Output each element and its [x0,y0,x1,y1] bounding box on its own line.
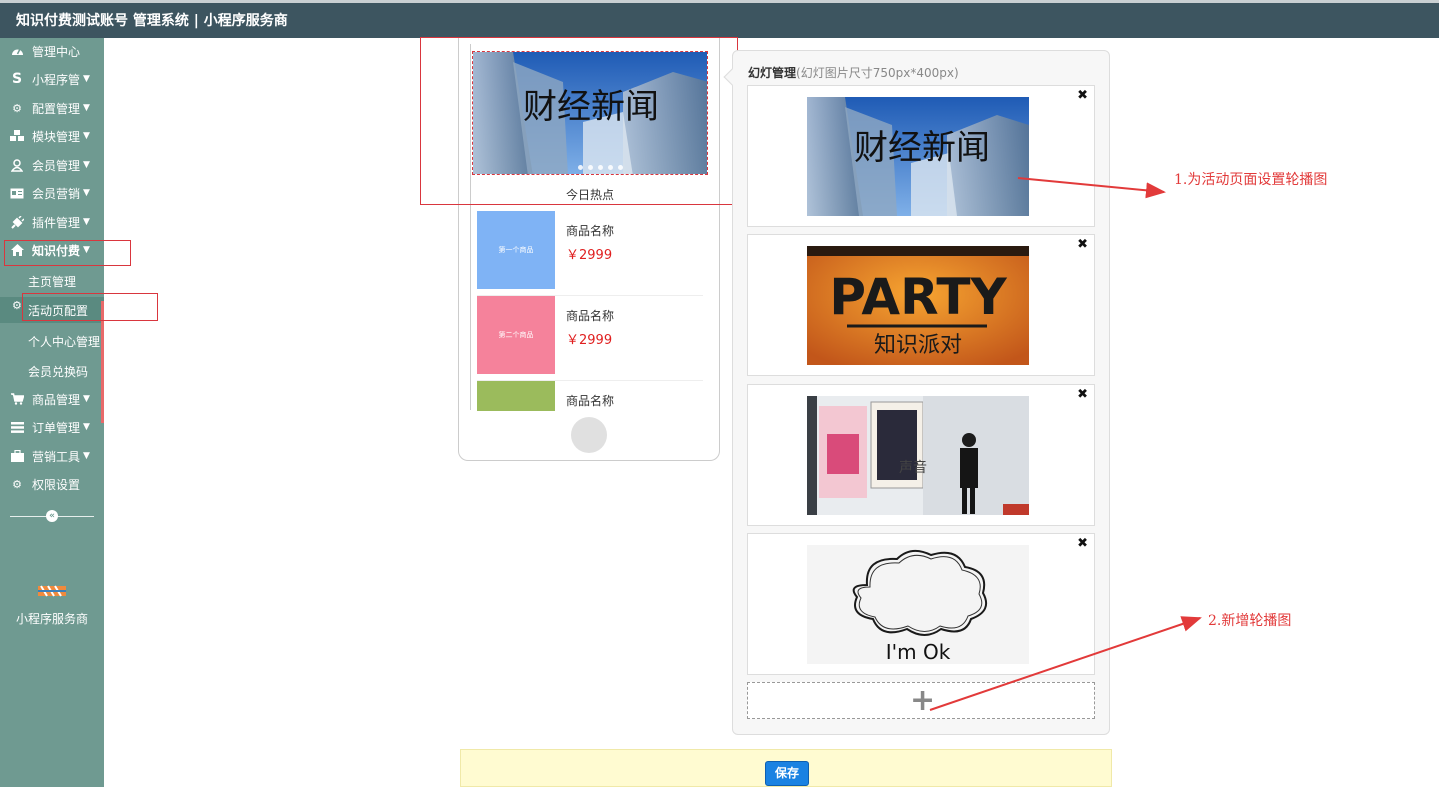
annotation-arrow-1 [1017,177,1166,199]
annotation-label-2: 2.新增轮播图 [1208,613,1292,629]
annotation-arrows [929,177,1202,711]
annotation-arrow-2 [929,616,1202,711]
annotation-label-1: 1.为活动页面设置轮播图 [1174,172,1328,188]
save-button[interactable]: 保存 [765,761,809,786]
save-bar: 保存 [460,749,1112,787]
